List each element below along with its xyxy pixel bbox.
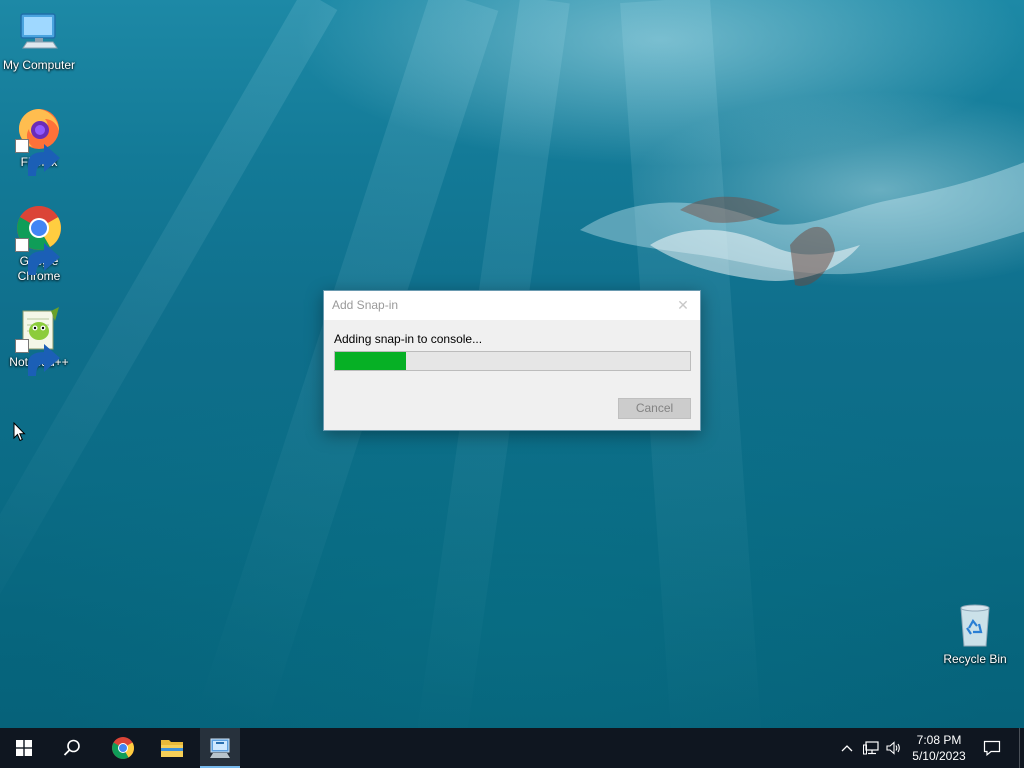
desktop-icon-my-computer[interactable]: My Computer (0, 8, 78, 73)
clock-date: 5/10/2023 (912, 749, 966, 763)
notepad-plus-plus-icon (15, 305, 63, 376)
chrome-icon (15, 204, 63, 275)
network-icon (863, 741, 879, 755)
action-center-button[interactable] (978, 728, 1006, 768)
desktop-icon-label: My Computer (2, 58, 76, 72)
mouse-cursor-icon (13, 422, 26, 442)
firefox-icon (15, 105, 63, 176)
shortcut-arrow-icon (15, 339, 60, 376)
search-button[interactable] (48, 728, 96, 768)
desktop-icon-label: Recycle Bin (943, 652, 1007, 666)
close-icon[interactable]: ✕ (666, 291, 700, 320)
network-button[interactable] (860, 728, 882, 768)
dialog-titlebar[interactable]: Add Snap-in ✕ (324, 291, 700, 320)
volume-icon (886, 741, 900, 755)
start-button[interactable] (0, 728, 48, 768)
taskbar-file-explorer-button[interactable] (149, 728, 195, 768)
mmc-console-icon (210, 738, 230, 758)
computer-icon (15, 8, 63, 56)
shortcut-arrow-icon (15, 139, 60, 176)
chrome-icon (112, 737, 134, 759)
notification-icon (983, 740, 1001, 756)
desktop-icon-google-chrome[interactable]: Google Chrome (0, 204, 78, 284)
shortcut-arrow-icon (15, 238, 60, 275)
dialog-title: Add Snap-in (332, 298, 399, 312)
taskbar-chrome-button[interactable] (100, 728, 146, 768)
desktop-icon-firefox[interactable]: Firefox (0, 105, 78, 176)
desktop-icon-recycle-bin[interactable]: Recycle Bin (936, 602, 1014, 667)
file-explorer-icon (161, 740, 183, 757)
wallpaper-wave-image (580, 162, 1024, 286)
taskbar-mmc-console-button[interactable] (200, 728, 240, 768)
chevron-up-icon (841, 745, 853, 752)
search-icon (63, 739, 80, 756)
system-clock[interactable]: 7:08 PM 5/10/2023 (905, 732, 973, 764)
clock-time: 7:08 PM (916, 733, 962, 747)
progress-bar (334, 351, 691, 371)
taskbar: 7:08 PM 5/10/2023 (0, 728, 1024, 768)
show-desktop-button[interactable] (1019, 728, 1024, 768)
cancel-button[interactable]: Cancel (618, 398, 691, 419)
progress-bar-fill (335, 352, 406, 370)
volume-button[interactable] (884, 728, 904, 768)
progress-message: Adding snap-in to console... (334, 332, 483, 346)
add-snap-in-dialog: Add Snap-in ✕ Adding snap-in to console.… (323, 290, 701, 431)
windows-start-icon (16, 740, 32, 756)
recycle-bin-icon (951, 602, 999, 650)
show-hidden-icons-button[interactable] (838, 728, 856, 768)
desktop-icon-notepad-plus-plus[interactable]: Notepad++ (0, 305, 78, 376)
